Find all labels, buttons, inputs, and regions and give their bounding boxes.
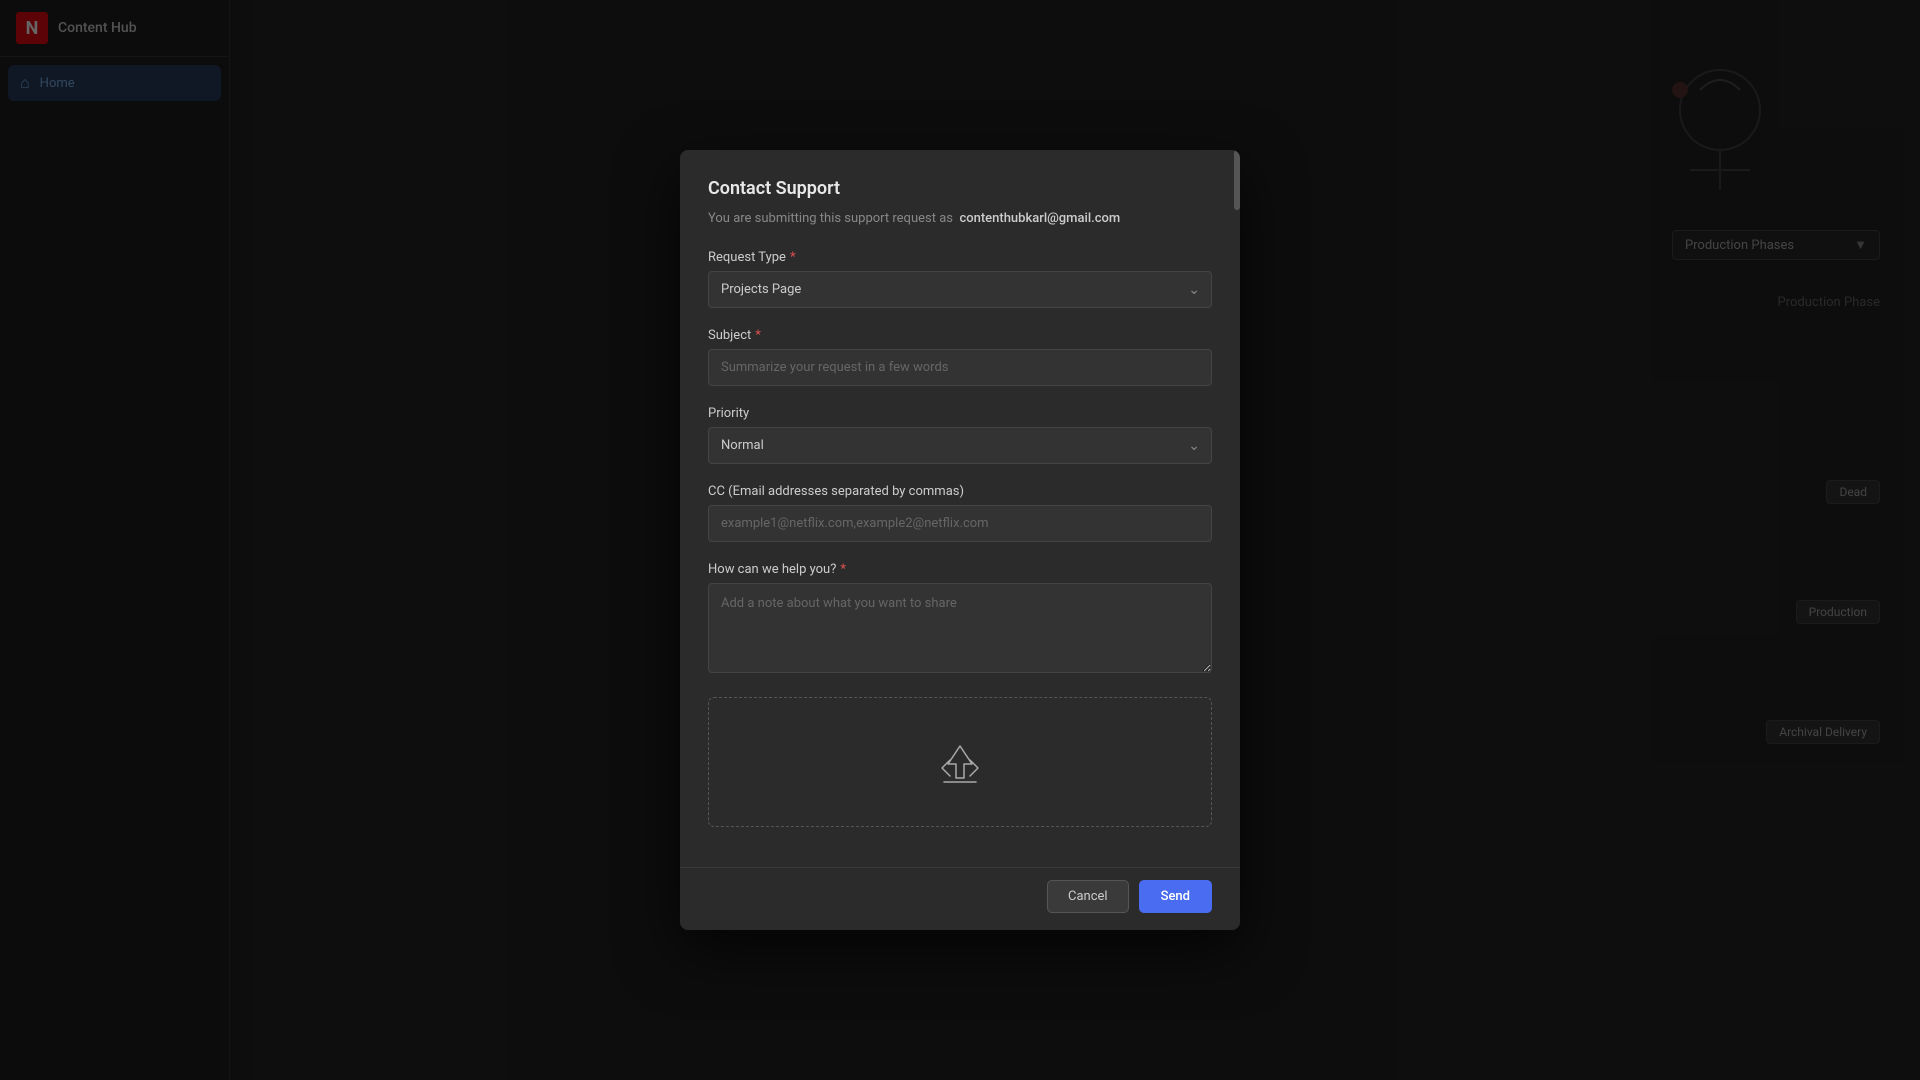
request-type-label: Request Type * [708,250,1212,265]
cc-group: CC (Email addresses separated by commas) [708,484,1212,542]
request-type-required: * [790,250,796,265]
subject-input[interactable] [708,349,1212,386]
subject-group: Subject * [708,328,1212,386]
submitting-as-prefix: You are submitting this support request … [708,211,953,226]
help-label: How can we help you? * [708,562,1212,577]
priority-group: Priority Low Normal High Urgent ⌄ [708,406,1212,464]
modal-overlay: Contact Support You are submitting this … [0,0,1920,1080]
cc-input[interactable] [708,505,1212,542]
cancel-button[interactable]: Cancel [1047,880,1129,913]
submitting-as-text: You are submitting this support request … [708,211,1212,226]
help-textarea[interactable] [708,583,1212,673]
dialog-footer: Cancel Send [680,867,1240,930]
cc-label: CC (Email addresses separated by commas) [708,484,1212,499]
priority-label: Priority [708,406,1212,421]
dialog-title: Contact Support [708,178,1212,199]
contact-support-dialog: Contact Support You are submitting this … [680,150,1240,930]
subject-required: * [755,328,761,343]
send-button[interactable]: Send [1139,880,1212,913]
request-type-select-wrapper: Projects Page ⌄ [708,271,1212,308]
request-type-group: Request Type * Projects Page ⌄ [708,250,1212,308]
submitting-email: contenthubkarl@gmail.com [959,211,1120,226]
upload-icon [936,738,984,786]
subject-label: Subject * [708,328,1212,343]
scroll-thumb [1234,150,1240,210]
help-group: How can we help you? * [708,562,1212,677]
priority-select-wrapper: Low Normal High Urgent ⌄ [708,427,1212,464]
request-type-select[interactable]: Projects Page [708,271,1212,308]
help-required: * [840,562,846,577]
scroll-indicator [1232,150,1240,930]
dialog-content: Contact Support You are submitting this … [680,150,1240,867]
priority-select[interactable]: Low Normal High Urgent [708,427,1212,464]
file-upload-area[interactable] [708,697,1212,827]
